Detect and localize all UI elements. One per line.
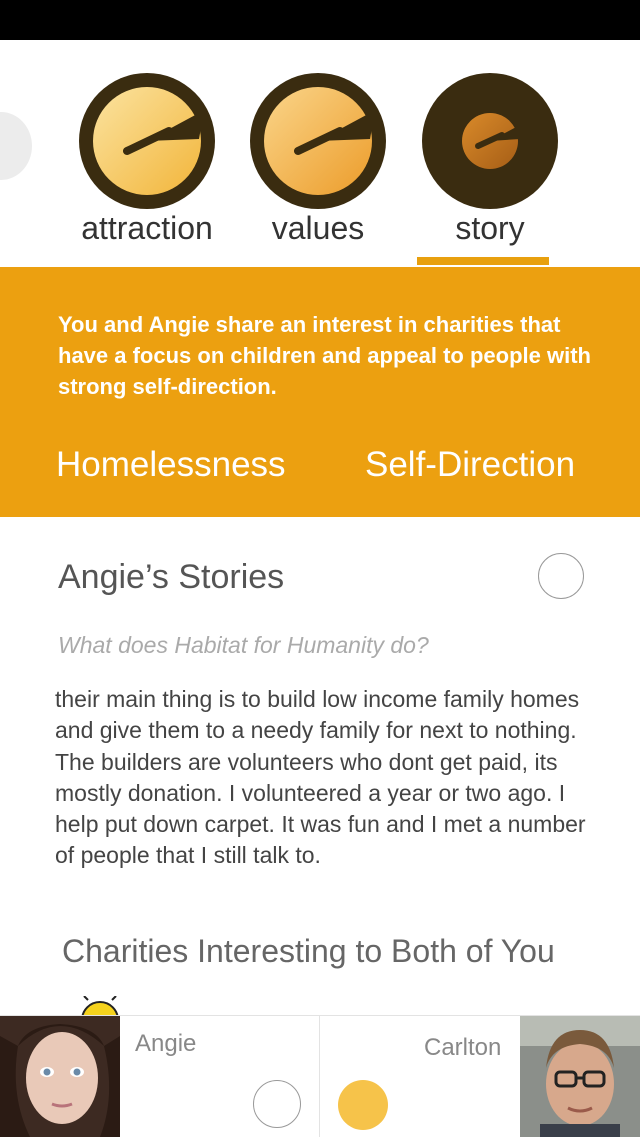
side-peek-circle[interactable] xyxy=(0,112,32,180)
story-answer: their main thing is to build low income … xyxy=(55,686,586,869)
values-gauge-icon xyxy=(250,73,386,209)
avatar-carlton[interactable] xyxy=(520,1016,640,1137)
footer-divider xyxy=(319,1016,320,1137)
select-carlton-radio[interactable] xyxy=(338,1080,388,1130)
status-bar xyxy=(0,0,640,40)
attraction-gauge-icon xyxy=(79,73,215,209)
stories-title: Angie’s Stories xyxy=(58,558,285,596)
interest-tag[interactable]: Homelessness xyxy=(56,445,286,485)
match-footer: Angie Carlton xyxy=(0,1015,640,1137)
story-question: What does Habitat for Humanity do? xyxy=(58,632,429,658)
interest-tag[interactable]: Self-Direction xyxy=(365,445,575,485)
tab-label: values xyxy=(271,210,365,246)
match-summary-banner: You and Angie share an interest in chari… xyxy=(0,267,640,517)
story-gauge-icon xyxy=(422,73,558,209)
tab-label: story xyxy=(455,210,525,246)
tab-selected-indicator xyxy=(417,257,549,265)
tab-values[interactable]: values xyxy=(233,58,403,268)
select-angie-radio[interactable] xyxy=(253,1080,301,1128)
match-summary-text: You and Angie share an interest in chari… xyxy=(58,312,591,399)
user-name-carlton: Carlton xyxy=(424,1034,502,1061)
story-select-toggle[interactable] xyxy=(538,553,584,599)
tab-label: attraction xyxy=(81,210,213,246)
charities-section-title: Charities Interesting to Both of You xyxy=(62,933,555,969)
user-name-angie: Angie xyxy=(135,1030,197,1057)
tab-attraction[interactable]: attraction xyxy=(62,58,232,268)
tab-story[interactable]: story xyxy=(405,58,575,268)
avatar-angie[interactable] xyxy=(0,1016,120,1137)
